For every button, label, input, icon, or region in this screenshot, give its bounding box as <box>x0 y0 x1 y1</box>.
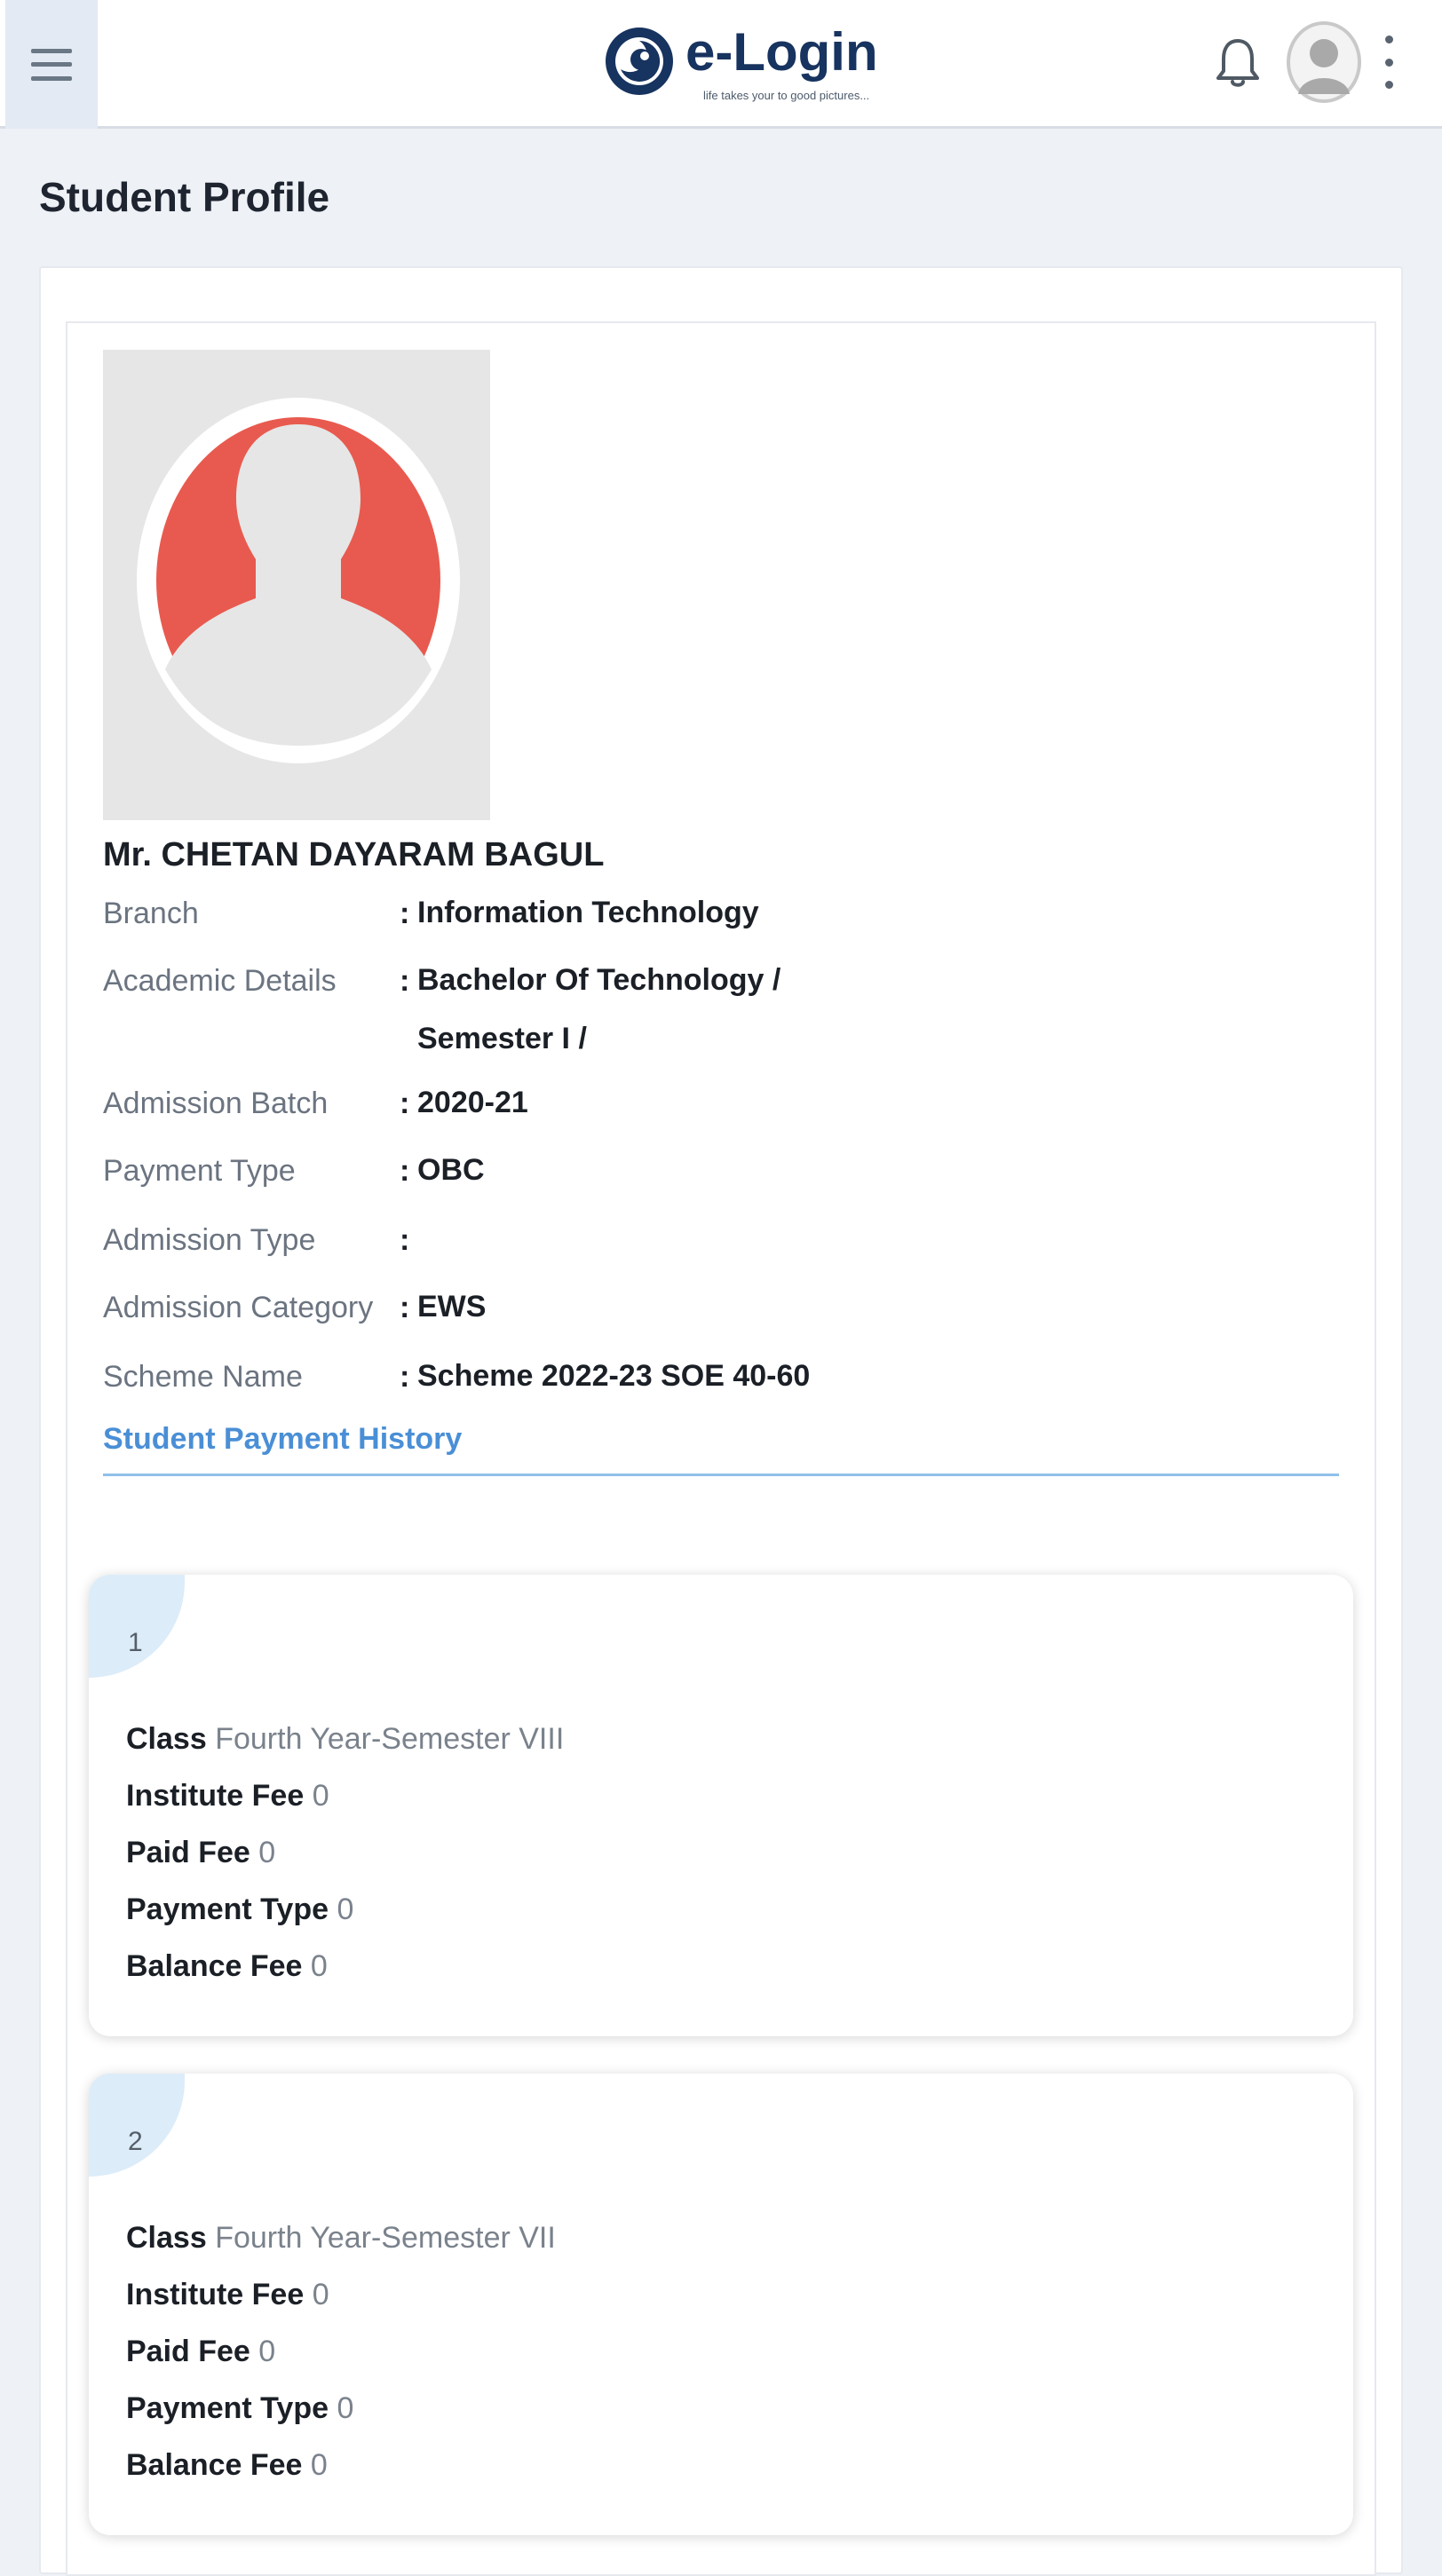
default-person-icon <box>137 398 460 763</box>
profile-photo <box>103 350 490 820</box>
logo-tagline: life takes your to good pictures... <box>703 89 870 102</box>
detail-label: Admission Batch <box>103 1087 329 1120</box>
student-name: Mr. CHETAN DAYARAM BAGUL <box>103 836 605 873</box>
payment-balance-fee: Balance Fee 0 <box>126 1949 328 1983</box>
detail-row-scheme: Scheme Name : Scheme 2022-23 SOE 40-60 <box>103 1359 1257 1413</box>
detail-row-academic: Academic Details : Bachelor Of Technolog… <box>103 963 1257 1071</box>
hamburger-menu-icon <box>31 48 72 81</box>
tab-underline <box>103 1474 1339 1476</box>
detail-value: Bachelor Of Technology / Semester I / <box>417 963 781 1055</box>
payment-card: 1 Class Fourth Year-Semester VIII Instit… <box>89 1575 1353 2036</box>
card-index: 2 <box>128 2127 143 2156</box>
detail-row-branch: Branch : Information Technology <box>103 896 1257 950</box>
app-logo[interactable]: e-Login life takes your to good pictures… <box>604 20 888 108</box>
detail-value: OBC <box>417 1153 485 1187</box>
detail-label: Scheme Name <box>103 1360 303 1394</box>
user-avatar-icon[interactable] <box>1286 20 1362 105</box>
more-vertical-icon[interactable] <box>1378 36 1399 89</box>
payment-balance-fee: Balance Fee 0 <box>126 2448 328 2482</box>
detail-value: Information Technology <box>417 896 759 929</box>
detail-value: 2020-21 <box>417 1086 528 1119</box>
payment-paid-fee: Paid Fee 0 <box>126 1836 276 1869</box>
detail-label: Academic Details <box>103 964 337 998</box>
detail-label: Payment Type <box>103 1154 296 1188</box>
detail-row-payment-type: Payment Type : OBC <box>103 1153 1257 1207</box>
payment-card: 2 Class Fourth Year-Semester VII Institu… <box>89 2074 1353 2535</box>
payment-institute-fee: Institute Fee 0 <box>126 2278 329 2311</box>
payment-type: Payment Type 0 <box>126 2391 354 2425</box>
card-index-badge <box>89 2074 185 2177</box>
payment-class: Class Fourth Year-Semester VIII <box>126 1722 565 1756</box>
card-index-badge <box>89 1575 185 1678</box>
page-title: Student Profile <box>39 174 330 220</box>
logo-mark-icon <box>606 28 673 95</box>
detail-row-batch: Admission Batch : 2020-21 <box>103 1086 1257 1140</box>
payment-paid-fee: Paid Fee 0 <box>126 2335 276 2368</box>
detail-label: Admission Category <box>103 1291 374 1324</box>
bell-icon[interactable] <box>1213 36 1263 91</box>
logo-text: e-Login <box>685 22 878 82</box>
detail-value: Scheme 2022-23 SOE 40-60 <box>417 1359 811 1393</box>
menu-button[interactable] <box>5 0 98 129</box>
top-header: e-Login life takes your to good pictures… <box>0 0 1442 129</box>
payment-institute-fee: Institute Fee 0 <box>126 1779 329 1813</box>
detail-row-admission-category: Admission Category : EWS <box>103 1290 1257 1344</box>
tab-student-payment-history[interactable]: Student Payment History <box>103 1422 462 1457</box>
payment-type: Payment Type 0 <box>126 1892 354 1926</box>
detail-value: EWS <box>417 1290 487 1324</box>
detail-label: Branch <box>103 897 199 930</box>
detail-label: Admission Type <box>103 1223 316 1257</box>
payment-class: Class Fourth Year-Semester VII <box>126 2221 556 2255</box>
detail-row-admission-type: Admission Type : <box>103 1223 410 1257</box>
card-index: 1 <box>128 1628 143 1657</box>
